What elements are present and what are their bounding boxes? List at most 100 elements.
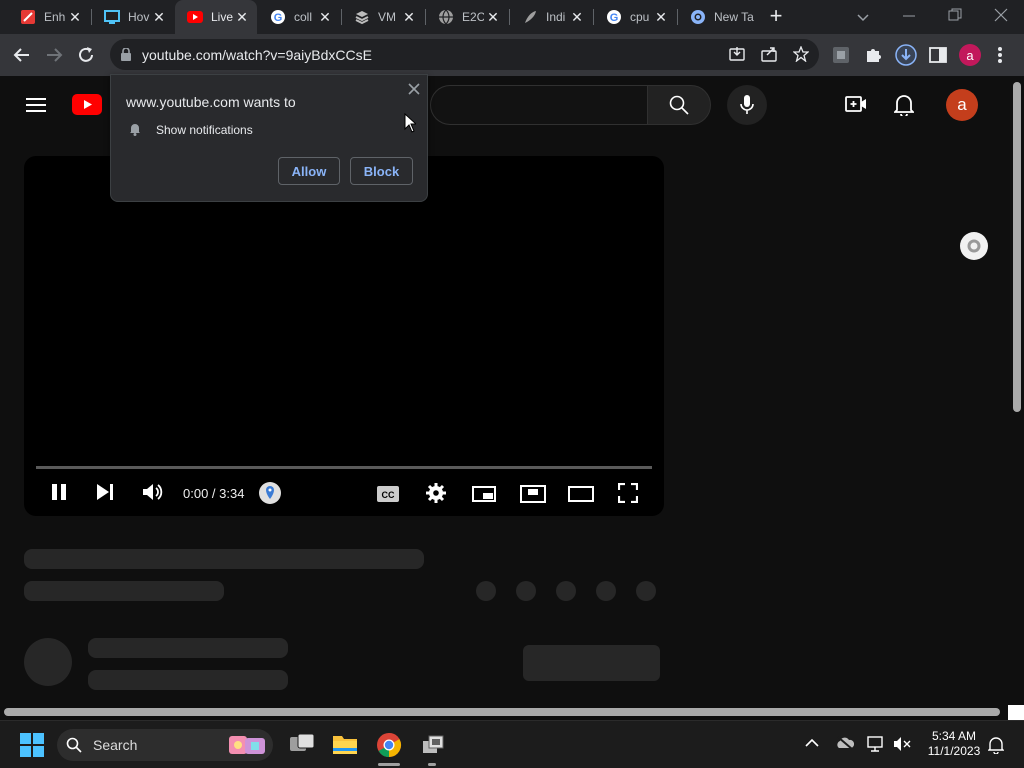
reload-icon[interactable] xyxy=(76,45,96,65)
seek-bar[interactable] xyxy=(36,466,652,469)
new-tab-button[interactable]: + xyxy=(764,5,788,29)
tab-title: E2C xyxy=(462,10,484,24)
clock-time: 5:34 AM xyxy=(931,729,977,743)
theater-mode-icon[interactable] xyxy=(568,486,594,502)
action-placeholder xyxy=(636,581,656,601)
profile-avatar[interactable]: a xyxy=(959,44,981,66)
vm-taskbar-icon[interactable] xyxy=(421,733,445,757)
picture-in-picture-icon[interactable] xyxy=(520,485,546,503)
file-explorer-icon[interactable] xyxy=(332,733,358,755)
pause-icon[interactable] xyxy=(50,483,68,501)
create-video-icon[interactable] xyxy=(845,95,867,113)
subscribe-placeholder xyxy=(523,645,660,681)
tab-search-icon[interactable] xyxy=(855,9,871,25)
lock-icon[interactable] xyxy=(121,48,131,61)
fullscreen-icon[interactable] xyxy=(618,483,638,503)
close-tab-icon[interactable]: ✕ xyxy=(654,10,668,24)
youtube-logo-icon[interactable] xyxy=(72,94,112,116)
tab-3-active[interactable]: Live ✕ xyxy=(175,0,257,34)
tab-strip: Enh ✕ Hov ✕ Live ✕ G coll ✕ VM ✕ E2C ✕ I… xyxy=(0,0,1024,34)
download-icon[interactable] xyxy=(894,43,918,67)
hamburger-menu-icon[interactable] xyxy=(26,97,46,113)
scrollbar-thumb[interactable] xyxy=(1013,82,1021,412)
tab-7[interactable]: Indi ✕ xyxy=(510,0,592,34)
miniplayer-icon[interactable] xyxy=(472,486,496,502)
extension-1-icon[interactable] xyxy=(832,46,850,64)
mouse-cursor-icon xyxy=(404,113,416,133)
onedrive-offline-icon[interactable] xyxy=(836,736,854,750)
share-icon[interactable] xyxy=(761,46,777,62)
search-icon xyxy=(669,95,689,115)
tab-9[interactable]: New Tab xyxy=(678,0,760,34)
close-window-icon[interactable] xyxy=(994,8,1008,22)
close-tab-icon[interactable]: ✕ xyxy=(570,10,584,24)
tab-8[interactable]: G cpu ✕ xyxy=(594,0,676,34)
network-icon[interactable] xyxy=(867,736,885,752)
notification-center-icon[interactable] xyxy=(988,736,1004,754)
video-player[interactable]: 0:00 / 3:34 CC xyxy=(24,156,664,516)
tab-4[interactable]: G coll ✕ xyxy=(258,0,340,34)
bell-icon xyxy=(129,122,141,136)
chevron-up-icon[interactable] xyxy=(805,738,819,748)
volume-icon[interactable] xyxy=(142,482,164,502)
close-tab-icon[interactable]: ✕ xyxy=(68,10,82,24)
tab-1[interactable]: Enh ✕ xyxy=(8,0,90,34)
search-highlight-icon xyxy=(225,733,271,757)
svg-text:G: G xyxy=(274,12,283,24)
close-tab-icon[interactable]: ✕ xyxy=(318,10,332,24)
search-button[interactable] xyxy=(647,85,711,125)
notification-permission-popup: www.youtube.com wants to Show notificati… xyxy=(110,74,428,202)
action-placeholder xyxy=(476,581,496,601)
forward-arrow-icon[interactable] xyxy=(44,45,64,65)
search-label: Search xyxy=(93,737,138,753)
location-pin-icon[interactable] xyxy=(258,481,282,505)
side-panel-icon[interactable] xyxy=(929,46,947,64)
extensions-puzzle-icon[interactable] xyxy=(864,46,882,64)
horizontal-scrollbar[interactable] xyxy=(0,705,1024,720)
close-tab-icon[interactable]: ✕ xyxy=(486,10,500,24)
permission-label: Show notifications xyxy=(156,123,253,137)
settings-gear-icon[interactable] xyxy=(426,483,446,503)
feather-icon xyxy=(522,9,538,25)
taskbar-search-box[interactable]: Search xyxy=(57,729,273,761)
chrome-icon xyxy=(690,9,706,25)
url-text[interactable]: youtube.com/watch?v=9aiyBdxCCsE xyxy=(142,47,372,63)
notifications-bell-icon[interactable] xyxy=(894,94,914,116)
back-arrow-icon[interactable] xyxy=(12,45,32,65)
menu-kebab-icon[interactable] xyxy=(996,45,1004,65)
tab-title: Enh xyxy=(44,10,66,24)
close-icon[interactable] xyxy=(407,82,421,96)
tab-title: Indi xyxy=(546,10,566,24)
close-tab-icon[interactable]: ✕ xyxy=(235,10,249,24)
close-tab-icon[interactable]: ✕ xyxy=(402,10,416,24)
tab-6[interactable]: E2C ✕ xyxy=(426,0,508,34)
tab-2[interactable]: Hov ✕ xyxy=(92,0,174,34)
scrollbar-thumb[interactable] xyxy=(4,708,1000,716)
windows-start-icon[interactable] xyxy=(20,733,44,757)
microphone-icon xyxy=(740,95,754,115)
allow-button[interactable]: Allow xyxy=(278,157,340,185)
chrome-taskbar-icon[interactable] xyxy=(376,732,402,758)
vertical-scrollbar[interactable] xyxy=(1010,76,1024,705)
task-view-icon[interactable] xyxy=(289,733,315,757)
search-input[interactable] xyxy=(430,85,648,125)
account-avatar[interactable]: a xyxy=(946,89,978,121)
clock[interactable]: 5:34 AM 11/1/2023 xyxy=(922,729,986,759)
volume-muted-icon[interactable] xyxy=(893,736,911,752)
svg-text:CC: CC xyxy=(382,490,395,500)
close-tab-icon[interactable]: ✕ xyxy=(152,10,166,24)
bookmark-star-icon[interactable] xyxy=(793,46,809,62)
minimize-icon[interactable] xyxy=(902,9,916,23)
floating-extension-icon[interactable] xyxy=(960,232,988,260)
next-video-icon[interactable] xyxy=(96,484,114,500)
tab-title: coll xyxy=(294,10,313,24)
monitor-icon xyxy=(104,9,120,25)
voice-search-button[interactable] xyxy=(727,85,767,125)
address-bar[interactable]: youtube.com/watch?v=9aiyBdxCCsE xyxy=(110,39,819,70)
globe-icon xyxy=(438,9,454,25)
subtitles-cc-icon[interactable]: CC xyxy=(377,486,399,502)
block-button[interactable]: Block xyxy=(350,157,413,185)
tab-5[interactable]: VM ✕ xyxy=(342,0,424,34)
restore-icon[interactable] xyxy=(948,8,962,22)
install-app-icon[interactable] xyxy=(729,46,745,62)
